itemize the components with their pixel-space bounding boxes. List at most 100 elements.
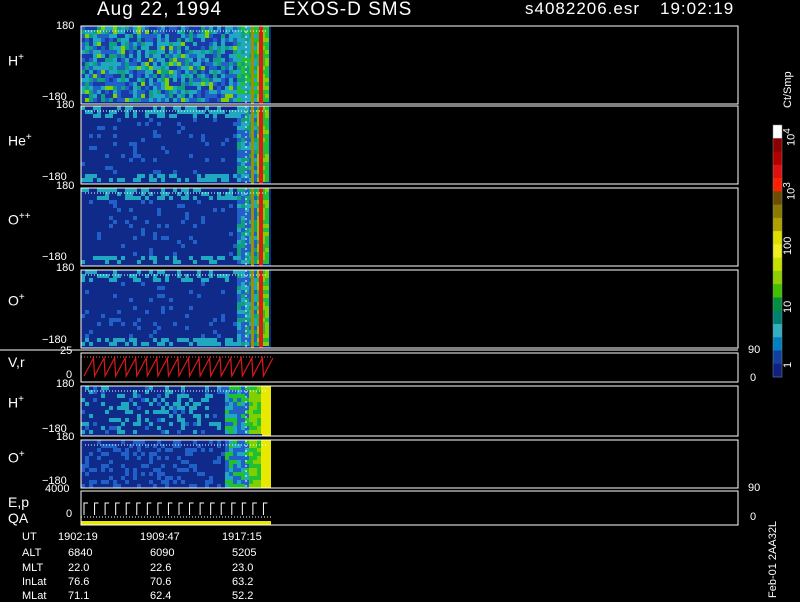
spectrogram-cell (129, 90, 133, 94)
spectrogram-cell (97, 440, 101, 444)
spectrogram-cell (193, 196, 197, 200)
spectrogram-cell (249, 480, 253, 484)
spectrogram-cell (141, 86, 145, 90)
spectrogram-cell (113, 34, 117, 38)
spectrogram-cell (213, 422, 217, 426)
spectrogram-cell (265, 106, 269, 110)
spectrogram-cell (193, 90, 197, 94)
spectrogram-cell (137, 70, 141, 74)
spectrogram-cell (113, 480, 117, 484)
spectrogram-cell (165, 456, 169, 460)
spectrogram-cell (121, 78, 125, 82)
spectrogram-cell (237, 106, 241, 110)
spectrogram-cell (229, 26, 233, 30)
spectrogram-cell (117, 78, 121, 82)
spectrogram-cell (157, 278, 161, 282)
spectrogram-cell (185, 94, 189, 98)
spectrogram-cell (237, 162, 241, 166)
spectrogram-cell (213, 178, 217, 182)
spectrogram-cell (85, 402, 89, 406)
spectrogram-cell (161, 70, 165, 74)
spectrogram-cell (233, 94, 237, 98)
spectrogram-cell (237, 326, 241, 330)
spectrogram-cell (157, 286, 161, 290)
spectrogram-cell (237, 208, 241, 212)
spectrogram-cell (117, 70, 121, 74)
spectrogram-cell (217, 440, 221, 444)
spectrogram-cell (197, 46, 201, 50)
spectrogram-cell (153, 170, 157, 174)
velocity-sawtooth-line (83, 355, 274, 379)
spectrogram-cell (145, 90, 149, 94)
spectrogram-cell (85, 178, 89, 182)
spectrogram-cell (85, 188, 89, 192)
spectrogram-cell (201, 448, 205, 452)
spectrogram-cell (241, 310, 245, 314)
spectrogram-cell (145, 98, 149, 102)
colorbar-tick: 10 (782, 300, 794, 313)
spectrogram-cell (137, 178, 141, 182)
spectrogram-cell (145, 114, 149, 118)
spectrogram-cell (169, 26, 173, 30)
spectrogram-cell (125, 220, 129, 224)
spectrogram-cell (169, 406, 173, 410)
spectrogram-cell (153, 74, 157, 78)
spectrogram-cell (241, 154, 245, 158)
spectrogram-cell (249, 448, 253, 452)
spectrogram-cell (165, 46, 169, 50)
footer-value: 1909:47 (140, 531, 180, 543)
spectrogram-cell (141, 342, 145, 346)
spectrogram-cell (213, 42, 217, 46)
spectrogram-cell (229, 34, 233, 38)
spectrogram-cell (149, 248, 153, 252)
spectrogram-cell (97, 54, 101, 58)
spectrogram-cell (209, 38, 213, 42)
spectrogram-cell (153, 134, 157, 138)
spectrogram-cell (165, 74, 169, 78)
spectrogram-cell (113, 94, 117, 98)
spectrogram-cell (113, 26, 117, 30)
spectrogram-cell (125, 66, 129, 70)
spectrogram-cell (113, 204, 117, 208)
spectrogram-cell (105, 58, 109, 62)
spectrogram-cell (97, 134, 101, 138)
spectrogram-cell (133, 322, 137, 326)
spectrogram-cell (233, 456, 237, 460)
spectrogram-yellow-band (262, 440, 271, 488)
spectrogram-cell (129, 70, 133, 74)
spectrogram-cell (265, 114, 269, 118)
spectrogram-cell (121, 62, 125, 66)
spectrogram-cell (149, 70, 153, 74)
spectrogram-cell (157, 174, 161, 178)
spectrogram-cell (85, 66, 89, 70)
spectrogram-cell (169, 50, 173, 54)
spectrogram-cell (265, 314, 269, 318)
spectrogram-cell (173, 50, 177, 54)
spectrogram-cell (225, 94, 229, 98)
spectrogram-cell (253, 472, 257, 476)
spectrogram-cell (241, 252, 245, 256)
spectrogram-cell (241, 406, 245, 410)
spectrogram-cell (85, 98, 89, 102)
colorbar-swatch (773, 297, 782, 312)
plot-instrument: EXOS-D SMS (283, 0, 413, 20)
right-ytick-top: 90 (748, 482, 761, 494)
spectrogram-cell (125, 448, 129, 452)
spectrogram-cell (141, 90, 145, 94)
spectrogram-cell (229, 426, 233, 430)
spectrogram-cell (109, 46, 113, 50)
spectrogram-cell (109, 66, 113, 70)
spectrogram-cell (177, 430, 181, 434)
spectrogram-cell (257, 414, 261, 418)
spectrogram-cell (133, 468, 137, 472)
spectrogram-cell (185, 452, 189, 456)
spectrogram-cell (113, 426, 117, 430)
spectrogram-cell (225, 46, 229, 50)
spectrogram-cell (237, 386, 241, 390)
spectrogram-cell (265, 150, 269, 154)
spectrogram-cell (233, 114, 237, 118)
spectrogram-cell (241, 204, 245, 208)
spectrogram-cell (137, 418, 141, 422)
spectrogram-cell (177, 398, 181, 402)
right-ytick-top: 90 (748, 344, 761, 356)
